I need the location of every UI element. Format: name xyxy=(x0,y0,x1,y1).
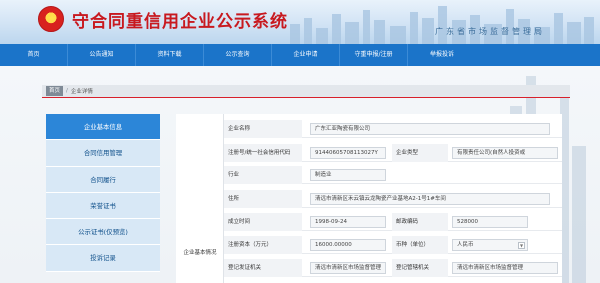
currency-label: 币种（单位） xyxy=(392,236,448,254)
table-row: 注册号/统一社会信用代码 91440605708113027Y 企业类型 有限责… xyxy=(224,144,562,162)
industry-value: 制造业 xyxy=(310,169,386,181)
sidebar: 企业基本信息 合同信用管理 合同履行 荣誉证书 公示证书(仅预览) 投诉记录 xyxy=(46,114,160,283)
table-row: 登记发证机关 清远市清新区市场监督管理 登记管辖机关 清远市清新区市场监督管理 xyxy=(224,259,562,277)
type-label: 企业类型 xyxy=(392,144,448,162)
breadcrumb-home-link[interactable]: 首页 xyxy=(46,86,64,96)
industry-label: 行业 xyxy=(224,166,302,184)
nav-home[interactable]: 首页 xyxy=(0,44,68,66)
table-row: 注册资本（万元） 16000.00000 币种（单位） 人民币 ▼ xyxy=(224,236,562,254)
nav-public-query[interactable]: 公示查询 xyxy=(204,44,272,66)
capital-value: 16000.00000 xyxy=(310,239,386,251)
currency-select[interactable]: 人民币 ▼ xyxy=(452,239,528,251)
enterprise-info-table: 企业基本情况 企业名称 广东汇亚陶瓷有限公司 注册号/统一社会信用代码 9144… xyxy=(176,114,562,283)
nav-enterprise-apply[interactable]: 企业申请 xyxy=(272,44,340,66)
table-row: 企业名称 广东汇亚陶瓷有限公司 xyxy=(224,120,562,138)
table-row: 住所 清远市清新区禾云镇云龙陶瓷产业基地A2-1号1#车间 xyxy=(224,190,562,208)
name-value: 广东汇亚陶瓷有限公司 xyxy=(310,123,550,135)
group-label: 企业基本情况 xyxy=(183,250,217,256)
manager-label: 登记管辖机关 xyxy=(392,259,448,277)
currency-value: 人民币 xyxy=(457,242,474,248)
postcode-label: 邮政编码 xyxy=(392,213,448,231)
breadcrumb-separator: / xyxy=(66,88,68,94)
sidebar-item-public-certificate[interactable]: 公示证书(仅预览) xyxy=(46,219,160,246)
sidebar-item-contract-performance[interactable]: 合同履行 xyxy=(46,166,160,193)
postcode-value: 528000 xyxy=(452,216,528,228)
issuer-value: 清远市清新区市场监督管理 xyxy=(310,262,386,274)
nav-notices[interactable]: 公告通知 xyxy=(68,44,136,66)
capital-label: 注册资本（万元） xyxy=(224,236,302,254)
main-nav: 首页 公告通知 资料下载 公示查询 企业申请 守重申报/注册 举报投诉 xyxy=(0,44,600,66)
group-cell: 企业基本情况 xyxy=(176,114,224,283)
sidebar-item-honor-certificate[interactable]: 荣誉证书 xyxy=(46,192,160,220)
sidebar-item-complaint-records[interactable]: 投诉记录 xyxy=(46,245,160,272)
nav-declare-register[interactable]: 守重申报/注册 xyxy=(340,44,408,66)
reg-label: 注册号/统一社会信用代码 xyxy=(224,144,302,162)
founded-value: 1998-09-24 xyxy=(310,216,386,228)
issuer-label: 登记发证机关 xyxy=(224,259,302,277)
site-subtitle: 广东省市场监督管理局 xyxy=(435,27,545,36)
type-value: 有限责任公司(自然人投资或 xyxy=(452,147,558,159)
city-skyline-image xyxy=(290,6,594,44)
address-label: 住所 xyxy=(224,190,302,208)
breadcrumb: 首页 / 企业详情 xyxy=(42,85,570,98)
sidebar-item-contract-credit[interactable]: 合同信用管理 xyxy=(46,140,160,167)
site-header: ★ 守合同重信用企业公示系统 广东省市场监督管理局 xyxy=(0,0,600,44)
chevron-down-icon[interactable]: ▼ xyxy=(518,242,525,249)
reg-value: 91440605708113027Y xyxy=(310,147,386,159)
manager-value: 清远市清新区市场监督管理 xyxy=(452,262,558,274)
site-title: 守合同重信用企业公示系统 xyxy=(72,12,288,32)
nav-downloads[interactable]: 资料下载 xyxy=(136,44,204,66)
name-label: 企业名称 xyxy=(224,120,302,138)
table-row: 成立时间 1998-09-24 邮政编码 528000 xyxy=(224,213,562,231)
national-emblem-icon: ★ xyxy=(38,6,64,32)
address-value: 清远市清新区禾云镇云龙陶瓷产业基地A2-1号1#车间 xyxy=(310,193,550,205)
sidebar-item-basic-info[interactable]: 企业基本信息 xyxy=(46,114,160,141)
table-row: 行业 制造业 xyxy=(224,166,562,184)
breadcrumb-current: 企业详情 xyxy=(70,89,93,95)
founded-label: 成立时间 xyxy=(224,213,302,231)
nav-complaints[interactable]: 举报投诉 xyxy=(408,44,476,66)
